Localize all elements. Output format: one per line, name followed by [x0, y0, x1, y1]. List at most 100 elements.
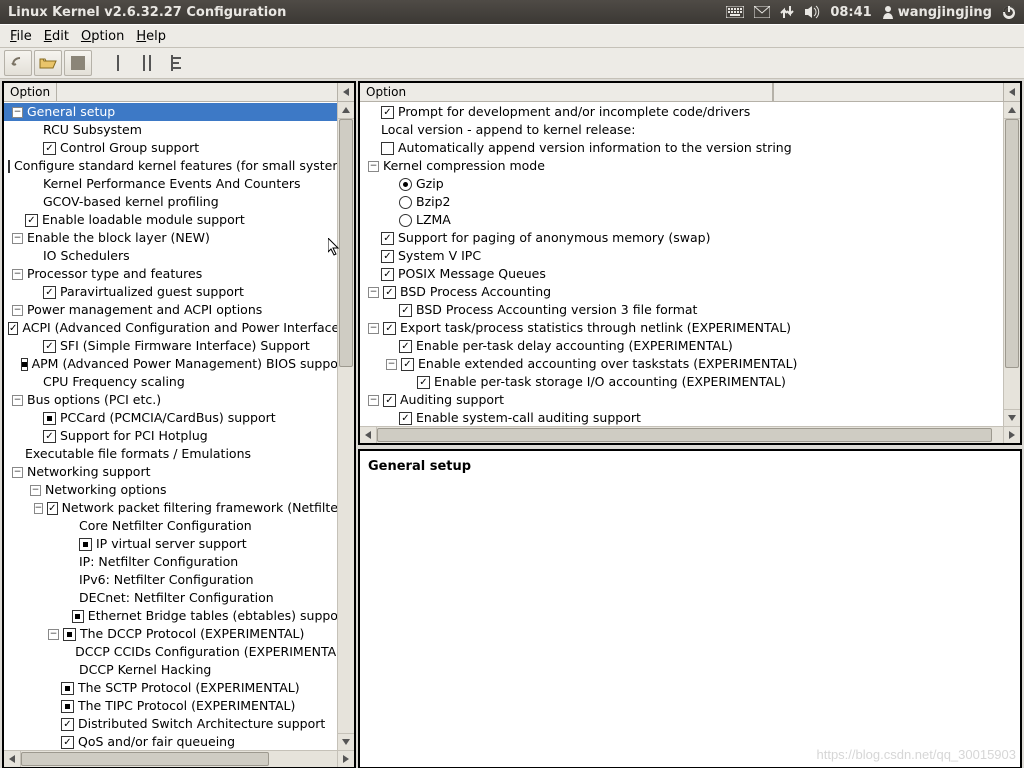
tree-row[interactable]: −✓Auditing support	[360, 391, 1020, 409]
tree-row[interactable]: ✓QoS and/or fair queueing	[4, 733, 354, 750]
left-header: Option	[4, 83, 354, 102]
tree-label: Distributed Switch Architecture support	[78, 715, 331, 733]
tree-row[interactable]: IPv6: Netfilter Configuration	[4, 571, 354, 589]
tree-row[interactable]: ✓Enable system-call auditing support	[360, 409, 1020, 426]
tree-row[interactable]: IP virtual server support	[4, 535, 354, 553]
open-button[interactable]	[34, 50, 62, 76]
tree-row[interactable]: −Power management and ACPI options	[4, 301, 354, 319]
tree-row[interactable]: ✓Enable loadable module support	[4, 211, 354, 229]
full-view-button[interactable]	[164, 50, 192, 76]
power-icon[interactable]	[1002, 5, 1016, 19]
split-view-button[interactable]	[134, 50, 162, 76]
tree-row[interactable]: ✓System V IPC	[360, 247, 1020, 265]
tree-row[interactable]: DCCP CCIDs Configuration (EXPERIMENTAL)	[4, 643, 354, 661]
network-icon[interactable]	[780, 5, 794, 19]
user-menu[interactable]: wangjingjing	[882, 5, 992, 20]
tree-row[interactable]: Ethernet Bridge tables (ebtables) suppor…	[4, 607, 354, 625]
tree-label: IP virtual server support	[96, 535, 253, 553]
tree-row[interactable]: Core Netfilter Configuration	[4, 517, 354, 535]
tree-label: The SCTP Protocol (EXPERIMENTAL)	[78, 679, 306, 697]
right-tree[interactable]: ✓Prompt for development and/or incomplet…	[360, 102, 1020, 426]
tree-label: Power management and ACPI options	[27, 301, 268, 319]
tree-label: BSD Process Accounting version 3 file fo…	[416, 301, 703, 319]
tree-row[interactable]: ✓Control Group support	[4, 139, 354, 157]
tree-row[interactable]: Kernel Performance Events And Counters	[4, 175, 354, 193]
mail-icon[interactable]	[754, 6, 770, 18]
menu-file[interactable]: File	[4, 27, 38, 46]
tree-label: APM (Advanced Power Management) BIOS sup…	[32, 355, 354, 373]
tree-row[interactable]: Executable file formats / Emulations	[4, 445, 354, 463]
tree-row[interactable]: −Processor type and features	[4, 265, 354, 283]
tree-row[interactable]: CPU Frequency scaling	[4, 373, 354, 391]
tree-row[interactable]: −Kernel compression mode	[360, 157, 1020, 175]
left-header-scroll[interactable]	[337, 83, 354, 101]
tree-row[interactable]: Bzip2	[360, 193, 1020, 211]
tree-row[interactable]: Gzip	[360, 175, 1020, 193]
right-hscroll[interactable]	[360, 426, 1020, 443]
tree-row[interactable]: −✓BSD Process Accounting	[360, 283, 1020, 301]
tree-label: Configure standard kernel features (for …	[14, 157, 354, 175]
left-hscroll[interactable]	[4, 750, 354, 767]
tree-row[interactable]: ✓Enable per-task delay accounting (EXPER…	[360, 337, 1020, 355]
menu-help[interactable]: Help	[130, 27, 172, 46]
detail-title: General setup	[368, 459, 471, 474]
tree-row[interactable]: ✓Enable per-task storage I/O accounting …	[360, 373, 1020, 391]
left-vscroll[interactable]	[337, 102, 354, 750]
tree-row[interactable]: −Enable the block layer (NEW)	[4, 229, 354, 247]
menu-edit[interactable]: Edit	[38, 27, 75, 46]
tree-row[interactable]: IO Schedulers	[4, 247, 354, 265]
tree-row[interactable]: Configure standard kernel features (for …	[4, 157, 354, 175]
tree-row[interactable]: RCU Subsystem	[4, 121, 354, 139]
tree-label: IP: Netfilter Configuration	[79, 553, 244, 571]
tree-row[interactable]: Local version - append to kernel release…	[360, 121, 1020, 139]
tree-label: Enable loadable module support	[42, 211, 251, 229]
tree-label: Networking support	[27, 463, 157, 481]
tree-label: Kernel Performance Events And Counters	[43, 175, 307, 193]
tree-row[interactable]: −Bus options (PCI etc.)	[4, 391, 354, 409]
back-button[interactable]	[4, 50, 32, 76]
tree-row[interactable]: −✓Export task/process statistics through…	[360, 319, 1020, 337]
tree-row[interactable]: −General setup	[4, 103, 354, 121]
tree-row[interactable]: ✓Paravirtualized guest support	[4, 283, 354, 301]
tree-row[interactable]: ✓Support for paging of anonymous memory …	[360, 229, 1020, 247]
tree-row[interactable]: ✓Prompt for development and/or incomplet…	[360, 103, 1020, 121]
tree-row[interactable]: PCCard (PCMCIA/CardBus) support	[4, 409, 354, 427]
tree-row[interactable]: ✓SFI (Simple Firmware Interface) Support	[4, 337, 354, 355]
keyboard-icon[interactable]	[726, 6, 744, 18]
right-vscroll[interactable]	[1003, 102, 1020, 426]
tree-row[interactable]: −Networking options	[4, 481, 354, 499]
tree-label: Support for PCI Hotplug	[60, 427, 214, 445]
tree-row[interactable]: APM (Advanced Power Management) BIOS sup…	[4, 355, 354, 373]
tree-row[interactable]: LZMA	[360, 211, 1020, 229]
tree-row[interactable]: ✓Support for PCI Hotplug	[4, 427, 354, 445]
tree-row[interactable]: ✓Distributed Switch Architecture support	[4, 715, 354, 733]
save-button[interactable]	[64, 50, 92, 76]
volume-icon[interactable]	[804, 5, 820, 19]
tree-label: IO Schedulers	[43, 247, 136, 265]
right-header-scroll[interactable]	[1003, 83, 1020, 101]
menu-option[interactable]: Option	[75, 27, 130, 46]
left-col-option[interactable]: Option	[4, 83, 57, 101]
tree-row[interactable]: DCCP Kernel Hacking	[4, 661, 354, 679]
tree-row[interactable]: DECnet: Netfilter Configuration	[4, 589, 354, 607]
tree-label: DCCP CCIDs Configuration (EXPERIMENTAL)	[75, 643, 354, 661]
clock[interactable]: 08:41	[830, 5, 871, 20]
single-view-button[interactable]	[104, 50, 132, 76]
tree-row[interactable]: −✓Network packet filtering framework (Ne…	[4, 499, 354, 517]
right-col-option[interactable]: Option	[360, 83, 773, 101]
left-panel: Option −General setup RCU Subsystem ✓Con…	[2, 81, 356, 768]
tree-row[interactable]: ✓ACPI (Advanced Configuration and Power …	[4, 319, 354, 337]
tree-row[interactable]: ✓POSIX Message Queues	[360, 265, 1020, 283]
tree-row[interactable]: −The DCCP Protocol (EXPERIMENTAL)	[4, 625, 354, 643]
tree-label: LZMA	[416, 211, 457, 229]
tree-row[interactable]: IP: Netfilter Configuration	[4, 553, 354, 571]
tree-row[interactable]: GCOV-based kernel profiling	[4, 193, 354, 211]
tree-row[interactable]: ✓BSD Process Accounting version 3 file f…	[360, 301, 1020, 319]
left-tree[interactable]: −General setup RCU Subsystem ✓Control Gr…	[4, 102, 354, 750]
tree-label: Enable per-task storage I/O accounting (…	[434, 373, 792, 391]
tree-row[interactable]: The SCTP Protocol (EXPERIMENTAL)	[4, 679, 354, 697]
tree-row[interactable]: Automatically append version information…	[360, 139, 1020, 157]
tree-row[interactable]: −Networking support	[4, 463, 354, 481]
tree-row[interactable]: −✓Enable extended accounting over taskst…	[360, 355, 1020, 373]
tree-row[interactable]: The TIPC Protocol (EXPERIMENTAL)	[4, 697, 354, 715]
